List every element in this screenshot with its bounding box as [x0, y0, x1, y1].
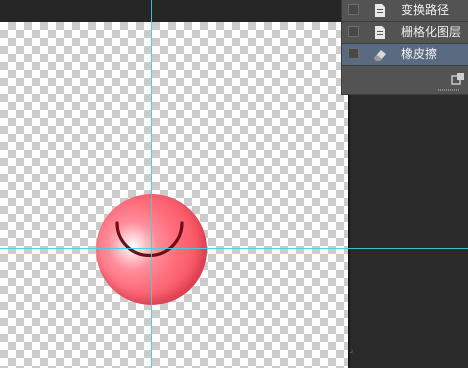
horizontal-guide[interactable]: [0, 248, 468, 249]
new-document-icon[interactable]: [451, 73, 465, 85]
history-item-label: 栅格化图层: [401, 25, 462, 39]
snapshot-checkbox[interactable]: [348, 4, 359, 15]
path-document-icon: [375, 4, 385, 17]
history-item-rasterize-layer[interactable]: 栅格化图层: [342, 22, 468, 44]
smile-curve: [115, 221, 184, 258]
history-item-label: 橡皮擦: [401, 47, 438, 61]
history-item-label: 变换路径: [401, 3, 450, 17]
snapshot-checkbox[interactable]: [348, 26, 359, 37]
eraser-icon: [374, 50, 386, 61]
history-item-transform-path[interactable]: 变换路径: [342, 0, 468, 22]
panel-resize-grip[interactable]: [438, 89, 460, 91]
canvas[interactable]: [0, 22, 348, 368]
path-document-icon: [375, 26, 385, 39]
panel-footer: [342, 69, 468, 94]
snapshot-checkbox[interactable]: [348, 48, 359, 59]
history-panel: 变换路径 栅格化图层 橡皮擦: [341, 0, 468, 95]
corner-grip-icon: ⌟: [349, 345, 354, 355]
vertical-guide[interactable]: [151, 0, 152, 368]
history-item-eraser[interactable]: 橡皮擦: [342, 44, 468, 66]
